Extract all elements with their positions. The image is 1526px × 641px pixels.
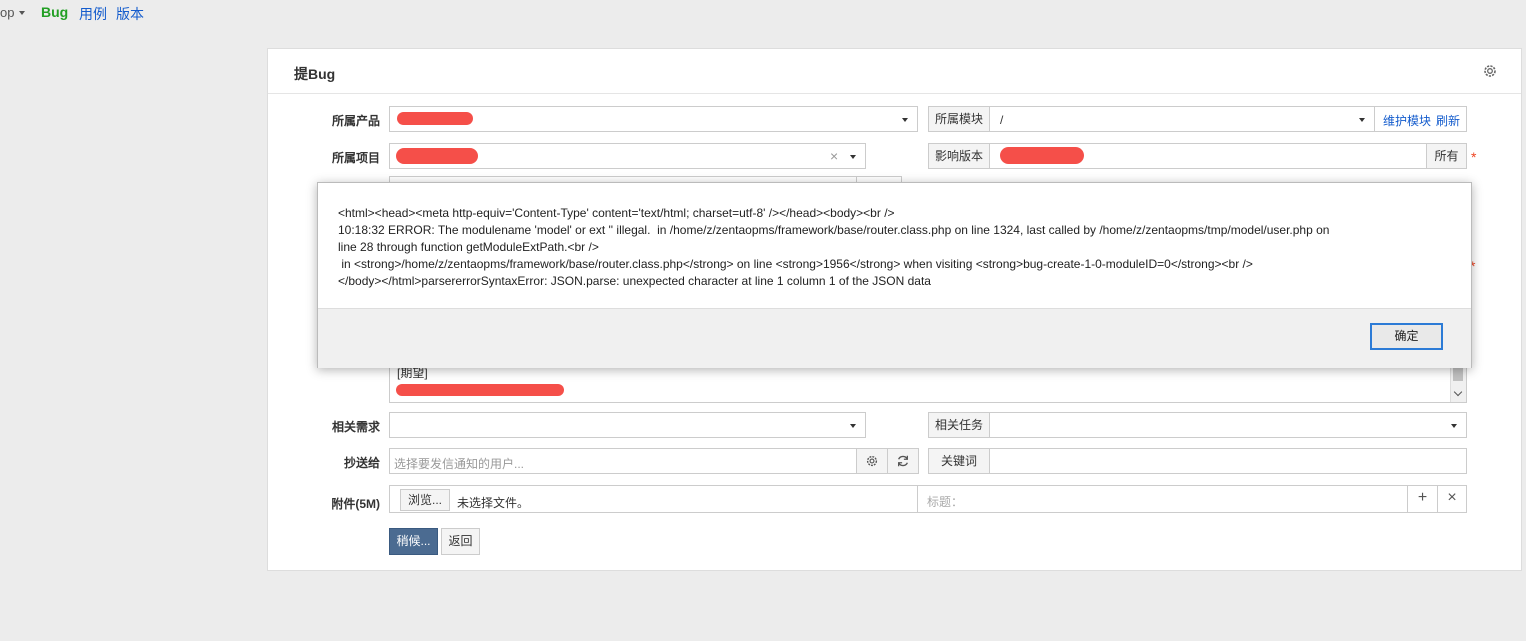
module-label: 所属模块 [928,106,990,132]
chevron-down-icon [902,118,908,122]
mailto-settings-button[interactable] [856,448,888,474]
module-select[interactable]: / [989,106,1375,132]
chevron-down-icon[interactable] [1453,387,1463,397]
build-all-button[interactable]: 所有 [1426,143,1467,169]
file-title-placeholder: 标题： [927,495,964,509]
chevron-down-icon [1359,118,1365,122]
page-title: 提Bug [294,66,336,82]
files-label: 附件(5M) [331,497,380,511]
top-nav: op Bug 用例 版本 [0,0,1526,26]
build-label: 影响版本 [928,143,990,169]
redaction-mark [397,112,473,125]
chevron-down-icon [850,424,856,428]
nav-item-build[interactable]: 版本 [116,4,144,24]
task-label: 相关任务 [928,412,990,438]
module-value: / [1000,113,1004,127]
clear-icon[interactable]: × [830,148,838,164]
ok-button[interactable]: 确定 [1370,323,1443,350]
file-input[interactable]: 浏览... 未选择文件。 [389,485,918,513]
gear-icon [866,455,878,467]
redaction-mark [396,384,564,396]
save-button[interactable]: 稍候... [389,528,438,555]
project-label: 所属项目 [331,151,380,165]
keywords-label: 关键词 [928,448,990,474]
nav-item-case[interactable]: 用例 [79,4,107,24]
nav-item-partial[interactable]: op [0,5,14,20]
error-message: <html><head><meta http-equiv='Content-Ty… [338,206,1330,288]
story-select[interactable] [389,412,866,438]
dialog-footer: 确定 [318,308,1471,368]
nav-item-bug[interactable]: Bug [41,4,68,20]
chevron-down-icon[interactable] [19,11,25,15]
mailto-placeholder: 选择要发信通知的用户... [394,457,525,471]
mailto-input[interactable]: 选择要发信通知的用户... [389,448,857,474]
remove-file-button[interactable]: × [1437,485,1467,513]
mailto-refresh-button[interactable] [887,448,919,474]
redaction-mark [1000,147,1084,164]
browse-button[interactable]: 浏览... [400,489,450,511]
required-mark: * [1471,149,1477,165]
chevron-down-icon [850,155,856,159]
file-title-input[interactable]: 标题： [917,485,1408,513]
back-button[interactable]: 返回 [441,528,480,555]
product-label: 所属产品 [331,114,380,128]
add-file-button[interactable]: + [1407,485,1438,513]
story-label: 相关需求 [331,420,380,434]
redaction-mark [396,148,478,164]
no-file-text: 未选择文件。 [457,496,530,510]
chevron-down-icon [1451,424,1457,428]
error-dialog: <html><head><meta http-equiv='Content-Ty… [317,182,1472,368]
gear-icon[interactable] [1482,63,1498,79]
mailto-label: 抄送给 [343,456,380,470]
panel-header: 提Bug [268,49,1521,94]
keywords-input[interactable] [989,448,1467,474]
task-select[interactable] [989,412,1467,438]
refresh-icon [897,455,909,467]
refresh-link[interactable]: 刷新 [1436,112,1460,129]
maintain-module-link[interactable]: 维护模块 [1383,112,1431,129]
